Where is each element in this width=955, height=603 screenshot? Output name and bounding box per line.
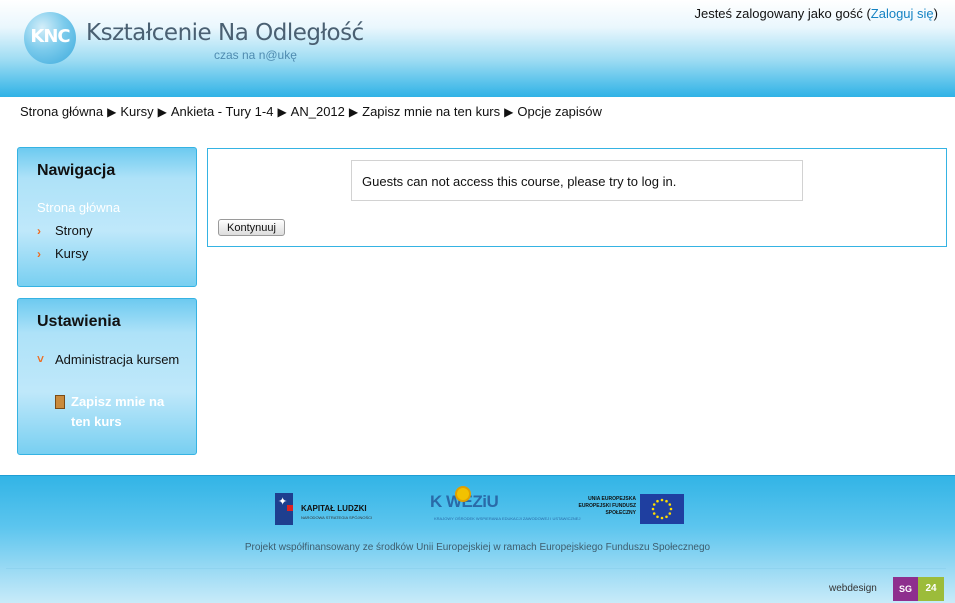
breadcrumb-home[interactable]: Strona główna [20,104,103,119]
site-logo[interactable]: KNC Kształcenie Na Odległość czas na n@u… [24,10,364,70]
logo-subtitle: czas na n@ukę [214,48,297,62]
cofinance-text: Projekt współfinansowany ze środków Unii… [244,542,711,553]
breadcrumb: Strona główna ▶ Kursy ▶ Ankieta - Tury 1-4 ▶ A… [20,104,602,119]
breadcrumb-separator-icon: ▶ [348,105,359,119]
navigation-block: Nawigacja Strona główna › Strony › Kursy [17,147,197,287]
chevron-right-icon: › [37,224,41,238]
webdesign-label: webdesign [829,583,877,594]
page-header: KNC Kształcenie Na Odległość czas na n@u… [0,0,955,97]
login-prefix: Jesteś zalogowany jako gość ( [694,6,871,21]
main-content: Guests can not access this course, pleas… [207,148,947,247]
koweziu-logo: K WEZiU KRAJOWY OŚRODEK WSPIERANIA EDUKA… [428,486,580,532]
breadcrumb-separator-icon: ▶ [504,105,514,119]
kapital-ludzki-logo: ✦ KAPITAŁ LUDZKI NARODOWA STRATEGIA SPÓJ… [273,493,383,527]
footer-divider [6,568,946,569]
kl-title: KAPITAŁ LUDZKI [301,504,367,513]
sg24-logo[interactable]: 24 [918,577,944,601]
breadcrumb-enrol[interactable]: Zapisz mnie na ten kurs [362,104,500,119]
login-link[interactable]: Zaloguj się [871,6,934,21]
eu-logo: UNIA EUROPEJSKA EUROPEJSKI FUNDUSZ SPOŁE… [570,494,686,526]
kl-accent-icon [287,505,293,511]
page-footer: ✦ KAPITAŁ LUDZKI NARODOWA STRATEGIA SPÓJ… [0,475,955,603]
nav-item-kursy[interactable]: › Kursy [37,246,88,261]
ue-text: UNIA EUROPEJSKA EUROPEJSKI FUNDUSZ SPOŁE… [578,496,636,516]
breadcrumb-course[interactable]: AN_2012 [291,104,345,119]
logo-mark: KNC [24,12,76,64]
kl-subtitle: NARODOWA STRATEGIA SPÓJNOŚCI [301,515,373,520]
settings-course-admin[interactable]: ˅ Administracja kursem [37,349,187,370]
breadcrumb-category[interactable]: Ankieta - Tury 1-4 [171,104,274,119]
chevron-down-icon: ˅ [37,352,45,366]
breadcrumb-courses[interactable]: Kursy [120,104,153,119]
kw-subtitle: KRAJOWY OŚRODEK WSPIERANIA EDUKACJI ZAWO… [434,516,581,521]
sun-icon [455,486,471,502]
breadcrumb-separator-icon: ▶ [107,105,117,119]
guest-notice: Guests can not access this course, pleas… [351,160,803,201]
nav-item-strony[interactable]: › Strony [37,223,93,238]
breadcrumb-separator-icon: ▶ [277,105,287,119]
continue-button[interactable]: Kontynuuj [218,219,285,236]
settings-block: Ustawienia ˅ Administracja kursem Zapisz… [17,298,197,455]
breadcrumb-current: Opcje zapisów [517,104,602,119]
settings-enrol-link[interactable]: Zapisz mnie na ten kurs [55,392,185,432]
nav-home-link[interactable]: Strona główna [37,200,120,215]
sg-logo[interactable]: SG [893,577,918,601]
navigation-title: Nawigacja [37,162,116,179]
star-icon: ✦ [278,496,288,508]
settings-course-admin-label: Administracja kursem [55,352,180,367]
logo-title: Kształcenie Na Odległość [86,20,364,46]
login-suffix: ) [933,6,938,21]
eu-flag-icon [640,494,684,524]
settings-title: Ustawienia [37,313,121,330]
nav-item-label: Strony [55,223,93,238]
breadcrumb-separator-icon: ▶ [157,105,167,119]
nav-item-label: Kursy [55,246,89,261]
enrol-icon [55,395,65,409]
settings-enrol-label: Zapisz mnie na ten kurs [71,394,165,429]
login-info: Jesteś zalogowany jako gość (Zaloguj się… [694,6,938,21]
chevron-right-icon: › [37,247,41,261]
